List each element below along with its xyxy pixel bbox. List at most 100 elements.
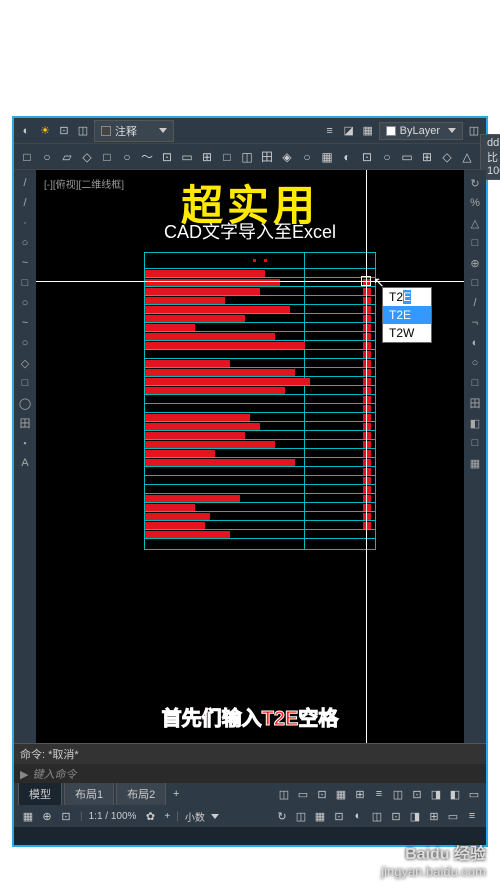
table-row[interactable] <box>145 386 375 395</box>
tabbar-tool-10[interactable]: ▭ <box>466 786 482 802</box>
table-row[interactable] <box>145 395 375 404</box>
table-row[interactable] <box>145 332 375 341</box>
status-left-tool-0[interactable]: ▦ <box>20 808 36 824</box>
status-right-tool-6[interactable]: ⊡ <box>388 808 404 824</box>
row2-tool-5[interactable]: ○ <box>118 148 136 166</box>
gear-icon[interactable]: ✿ <box>142 808 158 824</box>
status-right-tool-4[interactable]: ◐ <box>350 808 366 824</box>
table-row[interactable] <box>145 530 375 539</box>
left-tool-5[interactable]: □ <box>16 274 34 292</box>
row2-tool-8[interactable]: ▭ <box>178 148 196 166</box>
drawing-canvas[interactable]: [-][俯视][二维线框] 超实用 CAD文字导入至Excel ↖ T2E T2… <box>36 170 464 743</box>
tabbar-tool-8[interactable]: ◨ <box>428 786 444 802</box>
right-tool-5[interactable]: □ <box>466 274 484 292</box>
row2-tool-6[interactable]: ～ <box>138 148 156 166</box>
row2-tool-4[interactable]: □ <box>98 148 116 166</box>
cad-table[interactable] <box>144 252 376 550</box>
tabbar-tool-6[interactable]: ◫ <box>390 786 406 802</box>
table-row[interactable] <box>145 305 375 314</box>
left-tool-4[interactable]: ~ <box>16 254 34 272</box>
tool-icon-3[interactable]: ▦ <box>360 123 376 139</box>
row2-tool-0[interactable]: □ <box>18 148 36 166</box>
table-row[interactable] <box>145 413 375 422</box>
status-right-tool-2[interactable]: ▦ <box>312 808 328 824</box>
layer-icon[interactable]: ◫ <box>75 123 91 139</box>
tabbar-tool-9[interactable]: ◧ <box>447 786 463 802</box>
tabbar-tool-1[interactable]: ▭ <box>295 786 311 802</box>
table-row[interactable] <box>145 314 375 323</box>
left-tool-11[interactable]: ◯ <box>16 394 34 412</box>
command-input[interactable]: ▶ 键入命令 <box>14 764 486 784</box>
row2-tool-16[interactable]: ◐ <box>338 148 356 166</box>
status-right-tool-0[interactable]: ↻ <box>274 808 290 824</box>
row2-tool-22[interactable]: △ <box>458 148 476 166</box>
table-row[interactable] <box>145 449 375 458</box>
tool-icon-1[interactable]: ≡ <box>322 123 338 139</box>
right-tool-2[interactable]: △ <box>466 214 484 232</box>
row2-tool-14[interactable]: ○ <box>298 148 316 166</box>
sun-icon[interactable]: ☀ <box>37 123 53 139</box>
annotation-dropdown[interactable]: 注释 <box>94 120 174 142</box>
table-row[interactable] <box>145 341 375 350</box>
row2-tool-11[interactable]: ◫ <box>238 148 256 166</box>
plus-icon[interactable]: + <box>164 811 170 822</box>
right-tool-12[interactable]: ◧ <box>466 414 484 432</box>
table-row[interactable] <box>145 323 375 332</box>
table-row[interactable] <box>145 458 375 467</box>
table-row[interactable] <box>145 431 375 440</box>
row2-tool-3[interactable]: ◇ <box>78 148 96 166</box>
left-tool-6[interactable]: ○ <box>16 294 34 312</box>
autocomplete-input[interactable]: T2E <box>383 288 431 306</box>
tab-add-icon[interactable]: + <box>168 786 184 802</box>
table-row[interactable] <box>145 278 375 287</box>
layer-dropdown[interactable]: ByLayer <box>379 122 463 140</box>
left-tool-10[interactable]: □ <box>16 374 34 392</box>
row2-tool-18[interactable]: ○ <box>378 148 396 166</box>
table-row[interactable] <box>145 368 375 377</box>
table-row[interactable] <box>145 350 375 359</box>
table-row[interactable] <box>145 476 375 485</box>
right-tool-10[interactable]: □ <box>466 374 484 392</box>
status-right-tool-10[interactable]: ≡ <box>464 808 480 824</box>
table-row[interactable] <box>145 467 375 476</box>
autocomplete-option[interactable]: T2E <box>383 306 431 324</box>
tabbar-tool-5[interactable]: ≡ <box>371 786 387 802</box>
right-tool-0[interactable]: ↻ <box>466 174 484 192</box>
left-tool-0[interactable]: / <box>16 174 34 192</box>
table-row[interactable] <box>145 485 375 494</box>
lock-icon[interactable]: ⊡ <box>56 123 72 139</box>
row2-tool-20[interactable]: ⊞ <box>418 148 436 166</box>
row2-tool-12[interactable]: 田 <box>258 148 276 166</box>
table-row[interactable] <box>145 377 375 386</box>
tabbar-tool-7[interactable]: ⊡ <box>409 786 425 802</box>
right-tool-4[interactable]: ⊕ <box>466 254 484 272</box>
status-left-tool-1[interactable]: ⊕ <box>39 808 55 824</box>
row2-tool-10[interactable]: □ <box>218 148 236 166</box>
row2-tool-9[interactable]: ⊞ <box>198 148 216 166</box>
table-row[interactable] <box>145 440 375 449</box>
right-tool-3[interactable]: □ <box>466 234 484 252</box>
autocomplete-popup[interactable]: T2E T2E T2W <box>382 287 432 343</box>
left-tool-13[interactable]: ・ <box>16 434 34 452</box>
status-right-tool-3[interactable]: ⊡ <box>331 808 347 824</box>
left-tool-9[interactable]: ◇ <box>16 354 34 372</box>
left-tool-12[interactable]: 田 <box>16 414 34 432</box>
status-right-tool-8[interactable]: ⊞ <box>426 808 442 824</box>
left-tool-8[interactable]: ○ <box>16 334 34 352</box>
row2-tool-7[interactable]: ⊡ <box>158 148 176 166</box>
status-right-tool-7[interactable]: ◨ <box>407 808 423 824</box>
left-tool-1[interactable]: / <box>16 194 34 212</box>
row2-tool-21[interactable]: ◇ <box>438 148 456 166</box>
row2-tool-1[interactable]: ○ <box>38 148 56 166</box>
right-tool-1[interactable]: % <box>466 194 484 212</box>
row2-tool-19[interactable]: ▭ <box>398 148 416 166</box>
tabbar-tool-2[interactable]: ⊡ <box>314 786 330 802</box>
table-row[interactable] <box>145 422 375 431</box>
tab-model[interactable]: 模型 <box>18 783 62 805</box>
table-row[interactable] <box>145 287 375 296</box>
tabbar-tool-0[interactable]: ◫ <box>276 786 292 802</box>
left-tool-2[interactable]: · <box>16 214 34 232</box>
tool-icon-2[interactable]: ◪ <box>341 123 357 139</box>
row2-tool-17[interactable]: ⊡ <box>358 148 376 166</box>
tab-layout2[interactable]: 布局2 <box>116 783 166 805</box>
